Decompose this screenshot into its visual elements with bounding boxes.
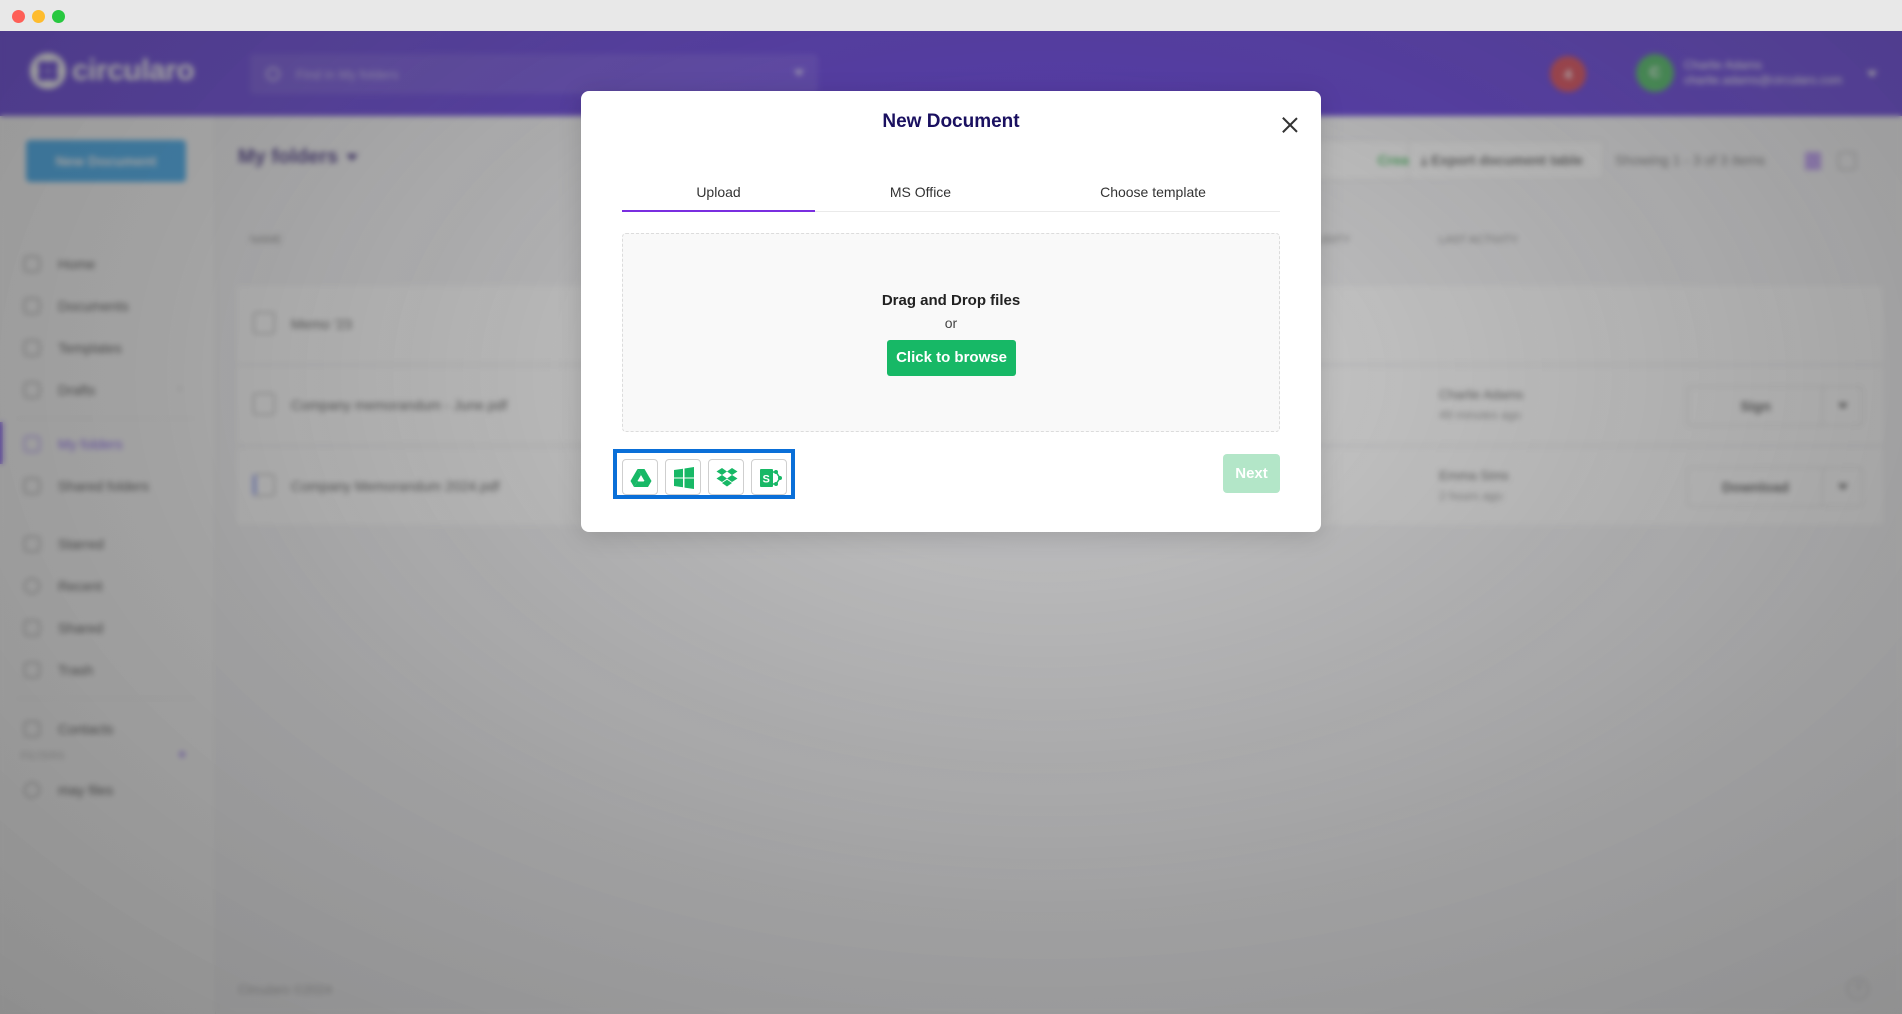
windows-icon — [674, 467, 694, 489]
window-maximize-button[interactable] — [52, 10, 65, 23]
sharepoint-button[interactable]: S — [751, 459, 787, 495]
tab-choose-template[interactable]: Choose template — [1026, 181, 1280, 212]
tab-upload[interactable]: Upload — [622, 181, 815, 212]
window-titlebar — [0, 0, 1902, 31]
google-drive-button[interactable] — [622, 459, 658, 495]
close-icon[interactable] — [1278, 113, 1302, 137]
window-close-button[interactable] — [12, 10, 25, 23]
cloud-sources-group: S — [613, 449, 795, 499]
dropzone-or: or — [944, 315, 958, 331]
window-minimize-button[interactable] — [32, 10, 45, 23]
svg-text:S: S — [763, 474, 770, 486]
sharepoint-icon: S — [760, 469, 782, 487]
dropzone-title: Drag and Drop files — [881, 292, 1021, 309]
new-document-modal: New Document Upload MS Office Choose tem… — [581, 91, 1321, 532]
dropbox-button[interactable] — [708, 459, 744, 495]
google-drive-icon — [630, 469, 652, 487]
file-dropzone[interactable]: Drag and Drop files or Click to browse — [622, 233, 1280, 432]
next-button[interactable]: Next — [1223, 454, 1280, 493]
onedrive-windows-button[interactable] — [665, 459, 701, 495]
tab-ms-office[interactable]: MS Office — [815, 181, 1026, 212]
click-to-browse-button[interactable]: Click to browse — [887, 340, 1016, 376]
modal-title: New Document — [882, 111, 1020, 132]
dropbox-icon — [716, 468, 738, 487]
modal-tabs: Upload MS Office Choose template — [622, 181, 1280, 212]
